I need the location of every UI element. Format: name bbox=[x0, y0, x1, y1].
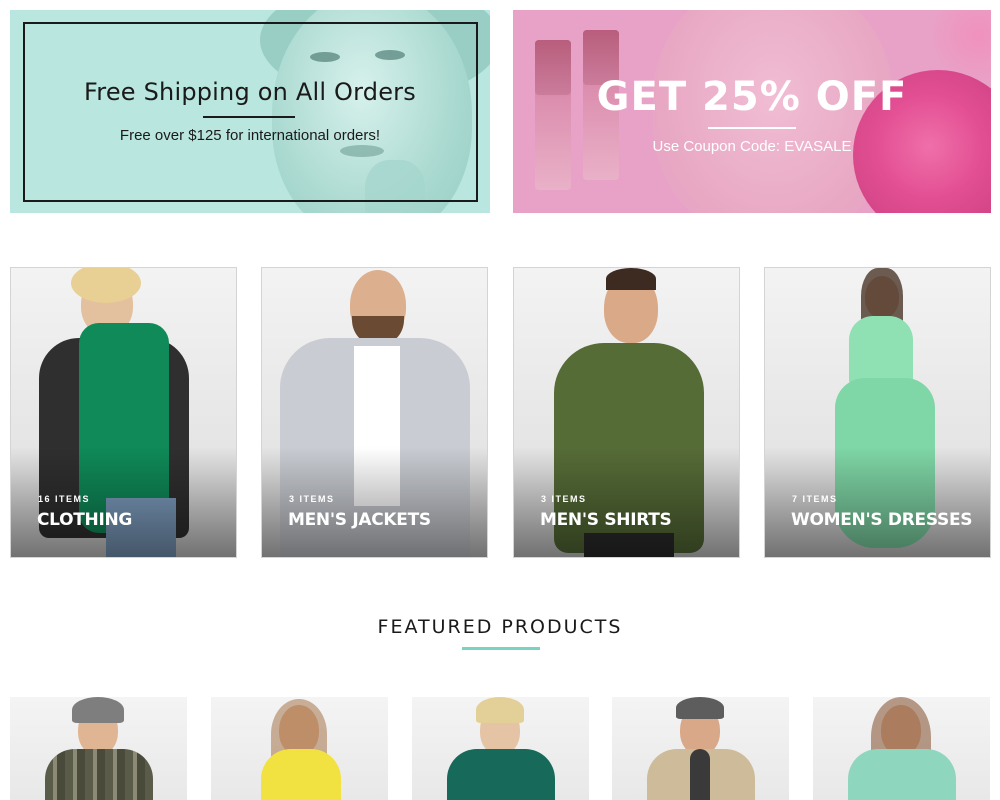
category-card-womens-dresses[interactable]: 7 ITEMS WOMEN'S DRESSES bbox=[764, 267, 991, 558]
featured-products-heading: FEATURED PRODUCTS bbox=[377, 616, 623, 638]
beanie-image bbox=[72, 697, 124, 723]
free-shipping-title: Free Shipping on All Orders bbox=[84, 78, 416, 106]
product-image bbox=[848, 749, 956, 800]
discount-banner[interactable]: GET 25% OFF Use Coupon Code: EVASALE bbox=[513, 10, 991, 213]
banner-frame bbox=[23, 22, 478, 202]
coupon-code-text: Use Coupon Code: EVASALE bbox=[652, 138, 852, 155]
category-item-count: 7 ITEMS bbox=[792, 494, 838, 504]
category-name: CLOTHING bbox=[37, 510, 133, 530]
product-image bbox=[45, 749, 153, 800]
category-card-mens-jackets[interactable]: 3 ITEMS MEN'S JACKETS bbox=[261, 267, 488, 558]
product-image bbox=[447, 749, 555, 800]
discount-title: GET 25% OFF bbox=[596, 74, 908, 120]
product-card-plaid-shirt[interactable] bbox=[10, 697, 187, 800]
category-item-count: 3 ITEMS bbox=[289, 494, 335, 504]
category-card-mens-shirts[interactable]: 3 ITEMS MEN'S SHIRTS bbox=[513, 267, 740, 558]
title-underline bbox=[708, 127, 796, 129]
product-card-fleece-jacket[interactable] bbox=[612, 697, 789, 800]
category-name: MEN'S SHIRTS bbox=[540, 510, 672, 530]
category-card-clothing[interactable]: 16 ITEMS CLOTHING bbox=[10, 267, 237, 558]
category-name: WOMEN'S DRESSES bbox=[791, 510, 973, 530]
product-card-green-sweater[interactable] bbox=[412, 697, 589, 800]
title-underline bbox=[203, 116, 295, 118]
free-shipping-banner[interactable]: Free Shipping on All Orders Free over $1… bbox=[10, 10, 490, 213]
product-image bbox=[261, 749, 341, 800]
free-shipping-subtitle: Free over $125 for international orders! bbox=[119, 127, 381, 144]
product-card-yellow-top[interactable] bbox=[211, 697, 388, 800]
heading-underline bbox=[462, 647, 540, 650]
category-name: MEN'S JACKETS bbox=[288, 510, 431, 530]
category-item-count: 3 ITEMS bbox=[541, 494, 587, 504]
product-card-mint-coat[interactable] bbox=[813, 697, 990, 800]
category-item-count: 16 ITEMS bbox=[38, 494, 91, 504]
